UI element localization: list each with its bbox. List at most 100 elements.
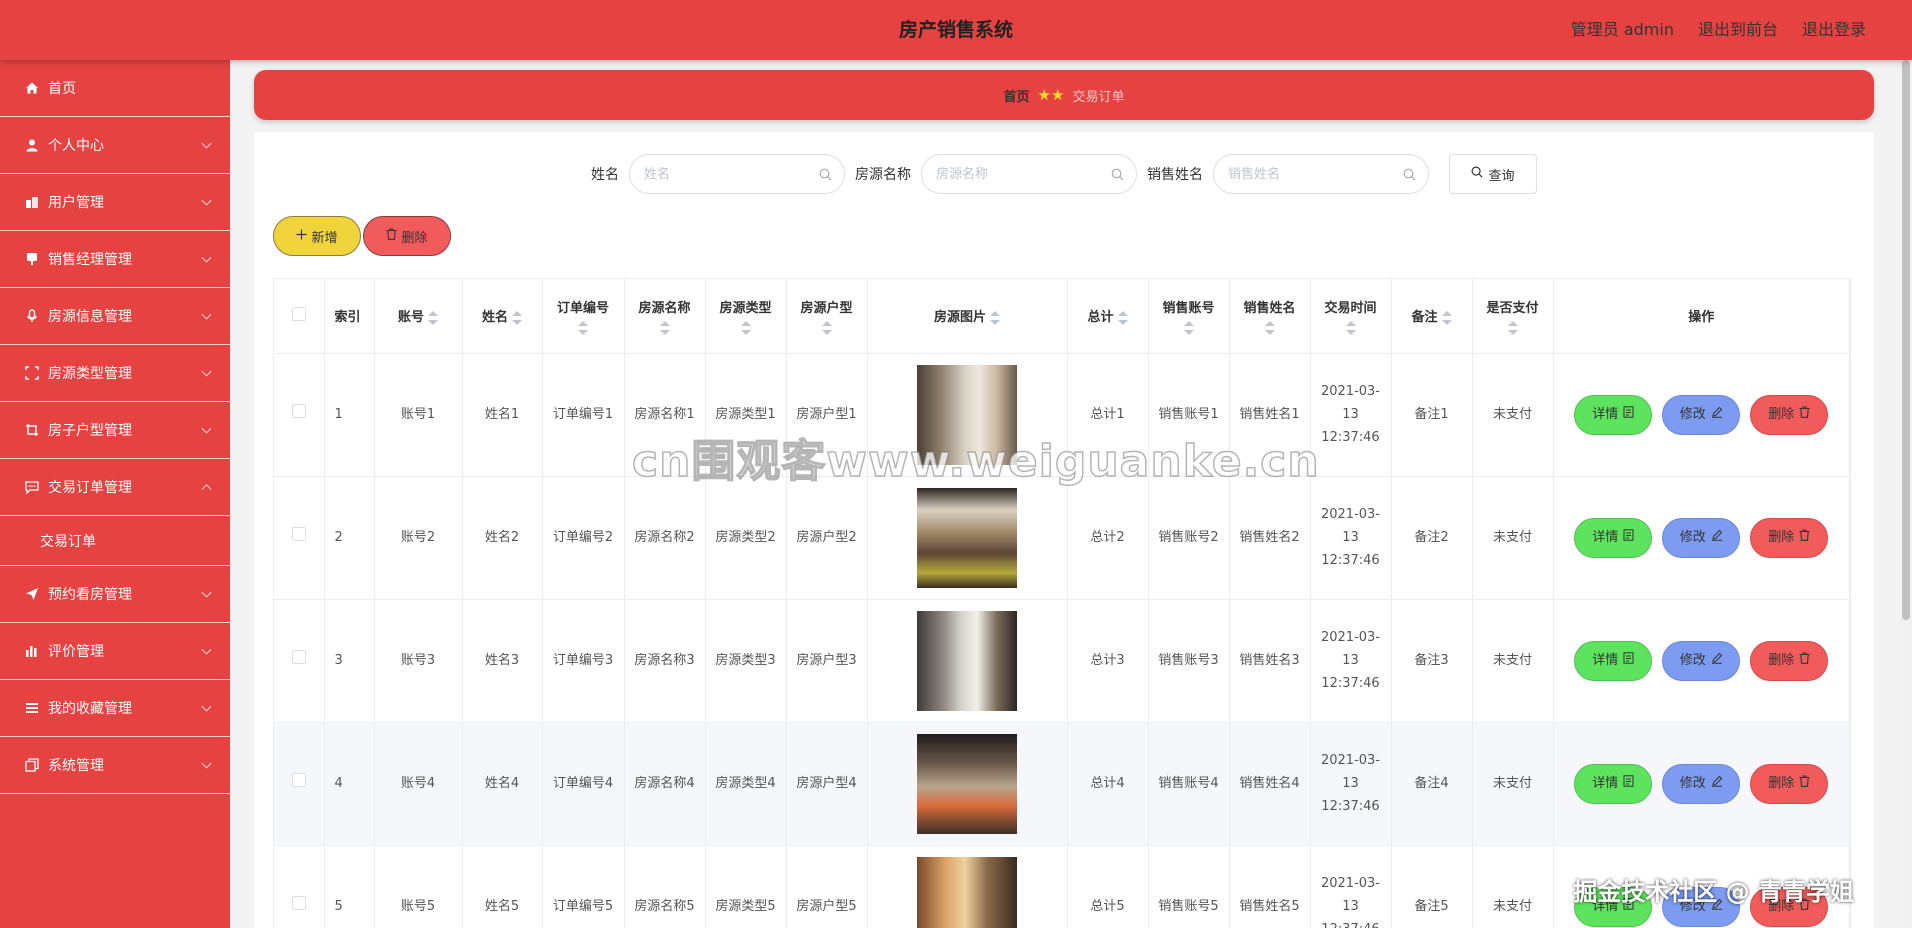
breadcrumb-home[interactable]: 首页	[1004, 86, 1030, 105]
add-button[interactable]: 新增	[273, 216, 361, 256]
delete-button[interactable]: 删除	[1750, 763, 1829, 804]
sidebar-item-viewing[interactable]: 预约看房管理	[0, 566, 230, 623]
sidebar-item-review[interactable]: 评价管理	[0, 623, 230, 680]
sidebar-item-user-manage[interactable]: 用户管理	[0, 174, 230, 231]
sort-icon[interactable]	[740, 320, 751, 335]
col-header-sales-account[interactable]: 销售账号	[1148, 279, 1230, 354]
sort-icon[interactable]	[512, 310, 522, 325]
row-checkbox[interactable]	[291, 404, 306, 418]
sidebar-item-profile[interactable]: 个人中心	[0, 117, 230, 174]
sort-icon[interactable]	[821, 320, 832, 335]
sort-icon[interactable]	[1345, 320, 1356, 335]
house-thumbnail[interactable]	[917, 733, 1017, 834]
user-icon	[24, 137, 40, 153]
col-header-name[interactable]: 姓名	[462, 279, 543, 354]
sort-icon[interactable]	[990, 310, 1000, 325]
sort-icon[interactable]	[428, 310, 438, 325]
sort-icon[interactable]	[1183, 320, 1194, 335]
house-thumbnail[interactable]	[917, 487, 1017, 588]
cell-note: 备注1	[1391, 353, 1473, 477]
breadcrumb-current: 交易订单	[1072, 89, 1125, 105]
house-thumbnail[interactable]	[917, 856, 1017, 928]
list-icon	[24, 700, 40, 716]
col-header-sales-name[interactable]: 销售姓名	[1229, 279, 1311, 354]
logout-link[interactable]: 退出登录	[1802, 0, 1866, 60]
detail-button[interactable]: 详情	[1574, 394, 1653, 435]
sidebar-item-sales-manager[interactable]: 销售经理管理	[0, 231, 230, 288]
page-scrollbar[interactable]	[1900, 60, 1912, 928]
edit-button[interactable]: 修改	[1662, 640, 1741, 681]
cell-time: 2021-03-13 12:37:46	[1310, 476, 1392, 600]
detail-button[interactable]: 详情	[1574, 763, 1653, 804]
row-checkbox[interactable]	[291, 773, 306, 787]
edit-button[interactable]: 修改	[1662, 763, 1741, 804]
chevron-down-icon	[201, 644, 212, 655]
delete-button[interactable]: 删除	[1750, 640, 1829, 681]
col-header-note[interactable]: 备注	[1391, 279, 1473, 354]
edit-button[interactable]: 修改	[1662, 394, 1741, 435]
select-all-cell[interactable]	[274, 279, 325, 354]
name-search-input[interactable]	[644, 166, 814, 182]
sidebar-item-system[interactable]: 系统管理	[0, 737, 230, 794]
cell-sales-account: 销售账号5	[1148, 845, 1230, 928]
row-select-cell[interactable]	[274, 845, 325, 928]
header-right: 管理员 admin 退出到前台 退出登录	[1571, 0, 1866, 60]
seller-name-search-input[interactable]	[1228, 166, 1398, 182]
cell-sales-account: 销售账号2	[1148, 476, 1230, 600]
delete-button[interactable]: 删除	[1750, 394, 1829, 435]
row-select-cell[interactable]	[274, 353, 325, 477]
house-thumbnail[interactable]	[917, 610, 1017, 711]
col-header-time[interactable]: 交易时间	[1310, 279, 1392, 354]
row-checkbox[interactable]	[291, 527, 306, 541]
sidebar-item-house-type[interactable]: 房源类型管理	[0, 345, 230, 402]
top-header: 房产销售系统 管理员 admin 退出到前台 退出登录	[0, 0, 1912, 60]
query-button[interactable]: 查询	[1449, 154, 1537, 194]
cell-order-no: 订单编号5	[542, 845, 625, 928]
sort-icon[interactable]	[1117, 310, 1128, 325]
cell-account: 账号2	[374, 476, 463, 600]
col-header-order-no[interactable]: 订单编号	[542, 279, 625, 354]
sort-icon[interactable]	[1264, 320, 1275, 335]
batch-delete-button[interactable]: 删除	[363, 216, 451, 256]
sort-icon[interactable]	[659, 320, 670, 335]
detail-button[interactable]: 详情	[1574, 517, 1653, 558]
detail-button[interactable]: 详情	[1574, 640, 1653, 681]
delete-button-label: 删除	[1768, 653, 1795, 668]
row-select-cell[interactable]	[274, 476, 325, 600]
cell-order-no: 订单编号3	[542, 599, 625, 723]
search-icon	[1471, 166, 1483, 182]
row-select-cell[interactable]	[274, 722, 325, 846]
action-bar: 新增 删除	[273, 216, 451, 256]
sidebar-item-order-manage[interactable]: 交易订单管理	[0, 459, 230, 516]
sidebar-item-house-info[interactable]: 房源信息管理	[0, 288, 230, 345]
select-all-checkbox[interactable]	[291, 306, 306, 321]
col-header-house-layout[interactable]: 房源户型	[786, 279, 868, 354]
row-checkbox[interactable]	[291, 650, 306, 664]
col-header-house-name[interactable]: 房源名称	[624, 279, 706, 354]
col-header-account[interactable]: 账号	[374, 279, 463, 354]
scrollbar-thumb[interactable]	[1902, 60, 1910, 620]
sidebar-subitem-orders[interactable]: 交易订单	[0, 516, 230, 566]
house-name-search-input[interactable]	[936, 166, 1106, 182]
exit-to-front-link[interactable]: 退出到前台	[1698, 0, 1778, 60]
cell-order-no: 订单编号1	[542, 353, 625, 477]
sort-icon[interactable]	[1507, 320, 1518, 335]
sidebar-item-house-layout[interactable]: 房子户型管理	[0, 402, 230, 459]
cell-house-type: 房源类型4	[705, 722, 787, 846]
cell-account: 账号5	[374, 845, 463, 928]
col-header-house-image[interactable]: 房源图片	[867, 279, 1068, 354]
col-header-paid[interactable]: 是否支付	[1472, 279, 1554, 354]
cell-total: 总计2	[1067, 476, 1149, 600]
edit-button[interactable]: 修改	[1662, 517, 1741, 558]
row-checkbox[interactable]	[291, 896, 306, 910]
sort-icon[interactable]	[1441, 310, 1452, 325]
sidebar-item-home[interactable]: 首页	[0, 60, 230, 117]
col-header-total[interactable]: 总计	[1067, 279, 1149, 354]
sidebar-item-favorites[interactable]: 我的收藏管理	[0, 680, 230, 737]
col-header-house-type[interactable]: 房源类型	[705, 279, 787, 354]
chevron-down-icon	[201, 587, 212, 598]
cell-note: 备注3	[1391, 599, 1473, 723]
delete-button[interactable]: 删除	[1750, 517, 1829, 558]
sort-icon[interactable]	[578, 320, 588, 335]
row-select-cell[interactable]	[274, 599, 325, 723]
